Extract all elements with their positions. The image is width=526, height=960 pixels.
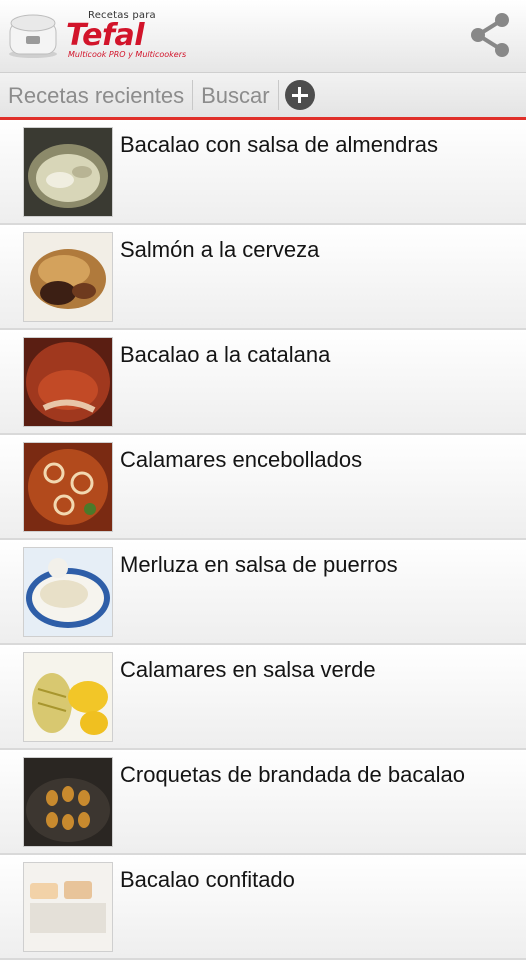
recipe-thumbnail bbox=[24, 443, 112, 531]
share-icon[interactable] bbox=[466, 10, 516, 60]
recipe-list-item[interactable]: Merluza en salsa de puerros bbox=[0, 540, 526, 645]
recipe-thumbnail bbox=[24, 233, 112, 321]
recipe-thumbnail bbox=[24, 128, 112, 216]
app-bar: Recetas para Tefal Multicook PRO y Multi… bbox=[0, 0, 526, 73]
recipe-thumbnail bbox=[24, 653, 112, 741]
brand-logo: Recetas para Tefal Multicook PRO y Multi… bbox=[66, 10, 196, 62]
recipe-list-item[interactable]: Calamares en salsa verde bbox=[0, 645, 526, 750]
brand-name: Tefal bbox=[66, 18, 145, 53]
recipe-title: Calamares en salsa verde bbox=[120, 657, 376, 682]
recipe-title: Calamares encebollados bbox=[120, 447, 363, 472]
recipe-list-item[interactable]: Bacalao con salsa de almendras bbox=[0, 120, 526, 225]
recipe-list-item[interactable]: Salmón a la cerveza bbox=[0, 225, 526, 330]
brand-subtitle: Multicook PRO y Multicookers bbox=[68, 50, 187, 59]
tab-search[interactable]: Buscar bbox=[193, 73, 277, 117]
recipe-list-item[interactable]: Croquetas de brandada de bacalao bbox=[0, 750, 526, 855]
recipe-title: Merluza en salsa de puerros bbox=[120, 552, 398, 577]
recipe-list: Bacalao con salsa de almendras Salmón a … bbox=[0, 120, 526, 960]
recipe-thumbnail bbox=[24, 548, 112, 636]
recipe-title: Croquetas de brandada de bacalao bbox=[120, 762, 465, 787]
recipe-list-item[interactable]: Calamares encebollados bbox=[0, 435, 526, 540]
recipe-thumbnail bbox=[24, 863, 112, 951]
recipe-title: Bacalao confitado bbox=[120, 867, 295, 892]
tab-bar: Recetas recientes Buscar bbox=[0, 73, 526, 120]
recipe-title: Bacalao con salsa de almendras bbox=[120, 132, 438, 157]
recipe-list-item[interactable]: Bacalao confitado bbox=[0, 855, 526, 960]
tab-recent-recipes[interactable]: Recetas recientes bbox=[0, 73, 192, 117]
recipe-list-item[interactable]: Bacalao a la catalana bbox=[0, 330, 526, 435]
tab-divider bbox=[277, 80, 279, 110]
multicooker-icon bbox=[9, 14, 57, 58]
recipe-title: Salmón a la cerveza bbox=[120, 237, 320, 262]
recipe-thumbnail bbox=[24, 338, 112, 426]
add-icon[interactable] bbox=[284, 80, 315, 110]
recipe-title: Bacalao a la catalana bbox=[120, 342, 331, 367]
recipe-thumbnail bbox=[24, 758, 112, 846]
